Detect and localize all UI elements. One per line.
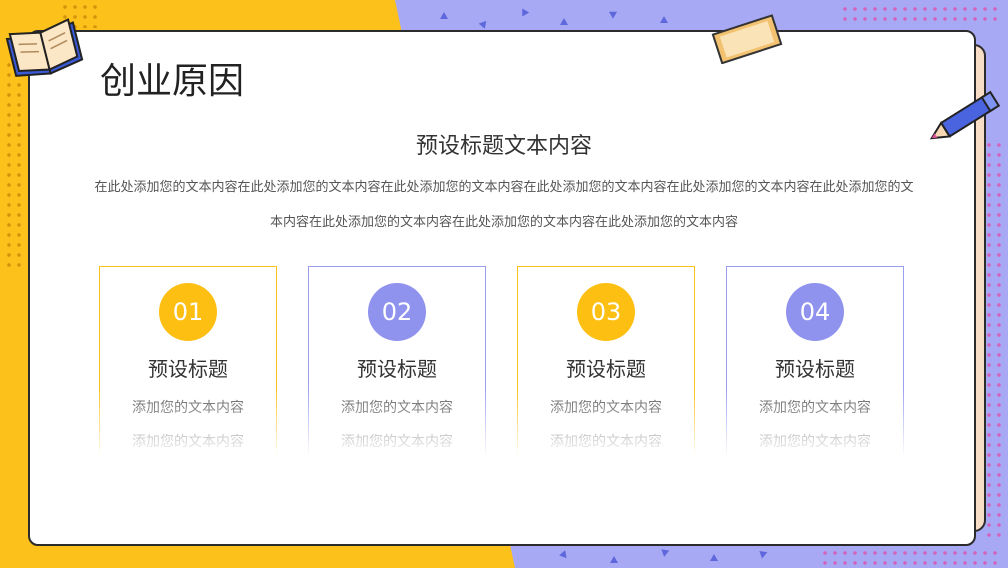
dot-pattern-left <box>4 60 26 270</box>
feature-card-3: 03 预设标题 添加您的文本内容 添加您的文本内容 <box>517 266 695 457</box>
triangle-confetti <box>658 546 670 557</box>
card-text-line: 添加您的文本内容 <box>550 434 662 450</box>
dot-pattern-right <box>840 4 1000 24</box>
open-book-icon <box>5 18 84 77</box>
card-number-badge: 03 <box>577 283 635 341</box>
section-subtitle: 预设标题文本内容 <box>415 134 592 159</box>
card-text-line: 添加您的文本内容 <box>759 434 871 450</box>
card-title: 预设标题 <box>775 357 855 381</box>
card-title: 预设标题 <box>566 357 646 381</box>
card-text-line: 添加您的文本内容 <box>341 400 453 416</box>
card-number-badge: 01 <box>159 283 217 341</box>
feature-card-4: 04 预设标题 添加您的文本内容 添加您的文本内容 <box>726 266 904 457</box>
dot-pattern-right-side <box>984 140 1006 540</box>
triangle-confetti <box>608 8 620 19</box>
card-text-line: 添加您的文本内容 <box>550 400 662 416</box>
card-number-badge: 04 <box>786 283 844 341</box>
card-title: 预设标题 <box>357 357 437 381</box>
card-text-line: 添加您的文本内容 <box>759 400 871 416</box>
feature-card-1: 01 预设标题 添加您的文本内容 添加您的文本内容 <box>99 266 277 457</box>
notebook-icon <box>711 14 783 64</box>
triangle-confetti <box>440 12 448 19</box>
triangle-confetti <box>560 18 568 25</box>
card-number-badge: 02 <box>368 283 426 341</box>
triangle-confetti <box>478 18 490 29</box>
triangle-confetti <box>518 6 530 17</box>
slide-title: 创业原因 <box>100 61 245 102</box>
card-title: 预设标题 <box>148 357 228 381</box>
dot-pattern-bottom <box>820 548 1000 566</box>
triangle-confetti <box>660 16 668 23</box>
card-text-line: 添加您的文本内容 <box>132 434 244 450</box>
feature-card-2: 02 预设标题 添加您的文本内容 添加您的文本内容 <box>308 266 486 457</box>
triangle-confetti <box>710 554 718 561</box>
card-text-line: 添加您的文本内容 <box>132 400 244 416</box>
triangle-confetti <box>610 556 618 563</box>
intro-paragraph: 在此处添加您的文本内容在此处添加您的文本内容在此处添加您的文本内容在此处添加您的… <box>94 180 914 230</box>
card-text-line: 添加您的文本内容 <box>341 434 453 450</box>
triangle-confetti <box>759 548 769 559</box>
triangle-confetti <box>559 548 569 559</box>
